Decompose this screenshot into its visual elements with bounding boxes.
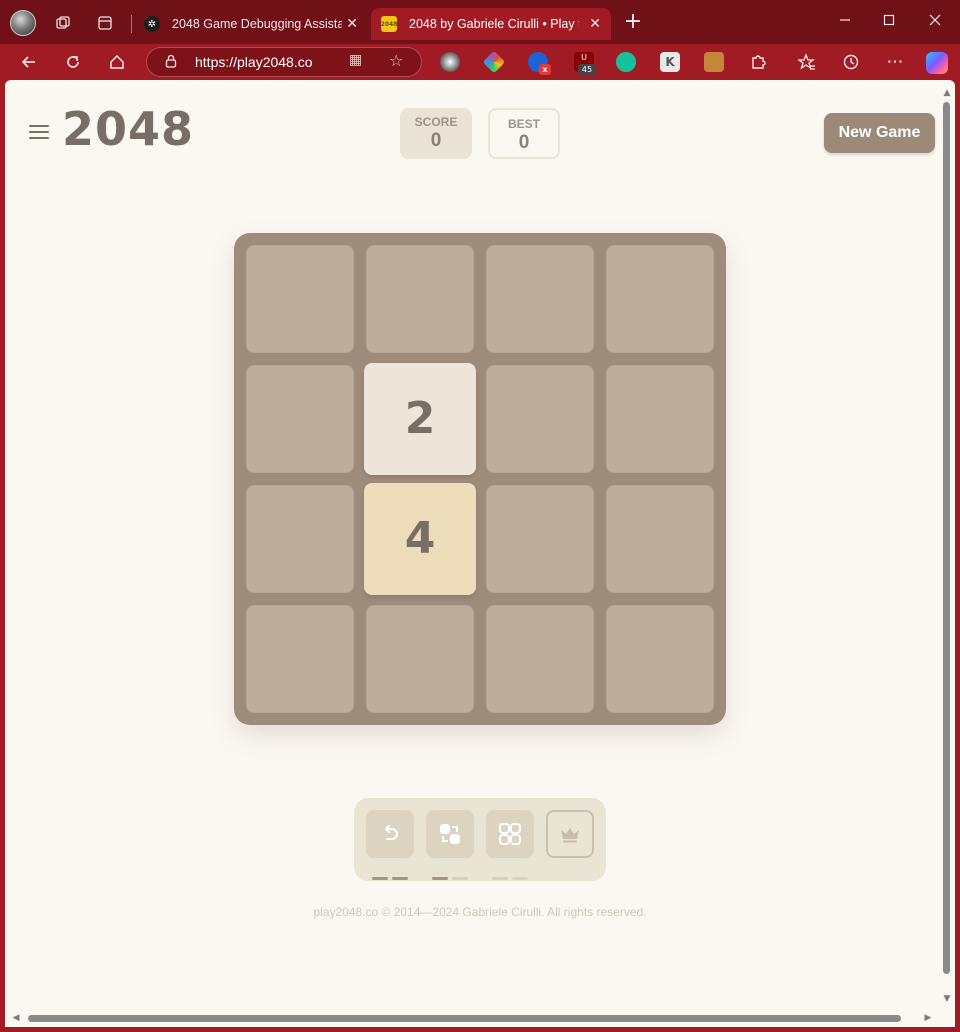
extensions-puzzle-icon[interactable]	[743, 47, 773, 77]
tab-strip: ✲ 2048 Game Debugging Assistance ✕ 2048 …	[0, 0, 960, 44]
delete-uses-indicator	[492, 865, 532, 880]
extension-brown-icon[interactable]	[704, 52, 724, 72]
undo-button[interactable]	[366, 810, 414, 858]
favorites-icon[interactable]	[792, 47, 822, 77]
page-viewport: 2048 SCORE 0 BEST 0 New Game 2 4 play204…	[5, 80, 955, 1027]
extension-k-icon[interactable]: K	[660, 52, 680, 72]
browser-toolbar: https://play2048.co ▦ ☆ x U 45 K ⋯	[0, 44, 960, 80]
2048-favicon-icon: 2048	[381, 16, 397, 32]
grid-cell	[606, 485, 714, 593]
history-icon[interactable]	[836, 47, 866, 77]
workspaces-icon[interactable]	[50, 10, 76, 36]
tab-title: 2048 Game Debugging Assistance	[172, 17, 342, 31]
minimize-button[interactable]	[822, 6, 868, 36]
grid-cell	[366, 605, 474, 713]
grid-cell	[486, 245, 594, 353]
swap-uses-indicator	[432, 865, 472, 880]
scroll-right-arrow-icon[interactable]: ▶	[923, 1013, 933, 1023]
browser-window: ✲ 2048 Game Debugging Assistance ✕ 2048 …	[0, 0, 960, 1032]
grid-cell	[486, 605, 594, 713]
extension-grammarly-icon[interactable]	[616, 52, 636, 72]
close-tab-icon[interactable]: ✕	[346, 15, 358, 33]
undo-icon	[385, 825, 398, 840]
tile-2: 2	[364, 363, 476, 475]
back-button[interactable]	[14, 47, 44, 77]
scroll-down-arrow-icon[interactable]: ▼	[942, 994, 952, 1004]
copilot-icon[interactable]	[926, 52, 948, 74]
crown-icon	[561, 828, 579, 843]
tab-2048[interactable]: 2048 2048 by Gabriele Cirulli • Play the…	[371, 8, 611, 40]
grid-cell	[246, 485, 354, 593]
favorite-star-icon[interactable]: ☆	[389, 51, 403, 70]
footer-copyright: play2048.co © 2014—2024 Gabriele Cirulli…	[313, 905, 647, 919]
best-score-box: BEST 0	[488, 108, 560, 159]
tab-title: 2048 by Gabriele Cirulli • Play the	[409, 17, 579, 31]
grid-cell	[606, 605, 714, 713]
refresh-button[interactable]	[58, 47, 88, 77]
app-available-icon[interactable]: ▦	[349, 52, 362, 68]
grid-cell	[606, 245, 714, 353]
grid-cell	[366, 245, 474, 353]
new-game-button[interactable]: New Game	[824, 113, 935, 153]
game-board[interactable]: 2 4	[234, 233, 726, 725]
more-menu-icon[interactable]: ⋯	[880, 47, 910, 77]
hamburger-menu-icon[interactable]	[29, 125, 49, 141]
tab-separator	[131, 15, 132, 33]
score-value: 0	[430, 130, 442, 151]
grid-cell	[486, 365, 594, 473]
best-value: 0	[518, 132, 530, 153]
extension-colorful-icon[interactable]	[482, 50, 506, 74]
grid-cell	[246, 605, 354, 713]
scroll-left-arrow-icon[interactable]: ◀	[11, 1013, 21, 1023]
scroll-up-arrow-icon[interactable]: ▲	[942, 88, 952, 98]
grid-delete-icon	[499, 823, 521, 845]
close-window-button[interactable]	[912, 6, 958, 36]
score-box: SCORE 0	[400, 108, 472, 159]
vertical-scrollbar-thumb[interactable]	[943, 102, 950, 974]
swap-button[interactable]	[426, 810, 474, 858]
url-text[interactable]: https://play2048.co	[195, 54, 313, 70]
profile-avatar-icon[interactable]	[10, 10, 36, 36]
grid-cell	[606, 365, 714, 473]
tab-actions-icon[interactable]	[92, 10, 118, 36]
tile-4: 4	[364, 483, 476, 595]
grid-cell	[246, 245, 354, 353]
extension-badge: x	[539, 64, 551, 75]
game-title: 2048	[62, 102, 195, 156]
grid-cell	[486, 485, 594, 593]
powerups-panel	[354, 798, 606, 881]
chatgpt-icon: ✲	[144, 16, 160, 32]
undo-uses-indicator	[372, 865, 412, 880]
swap-icon	[440, 824, 460, 844]
new-tab-button[interactable]: +	[620, 10, 646, 36]
crown-button[interactable]	[546, 810, 594, 858]
horizontal-scrollbar-thumb[interactable]	[28, 1015, 901, 1022]
lock-icon[interactable]	[163, 54, 179, 70]
extension-badge: 45	[578, 64, 596, 75]
delete-tiles-button[interactable]	[486, 810, 534, 858]
home-button[interactable]	[102, 47, 132, 77]
best-label: BEST	[507, 117, 540, 131]
address-bar[interactable]: https://play2048.co ▦ ☆	[146, 47, 422, 77]
tab-chatgpt[interactable]: ✲ 2048 Game Debugging Assistance ✕	[134, 8, 368, 40]
extension-spy-icon[interactable]	[440, 52, 460, 72]
score-label: SCORE	[414, 115, 458, 129]
maximize-button[interactable]	[866, 6, 912, 36]
grid-cell	[246, 365, 354, 473]
close-tab-icon[interactable]: ✕	[589, 15, 601, 33]
